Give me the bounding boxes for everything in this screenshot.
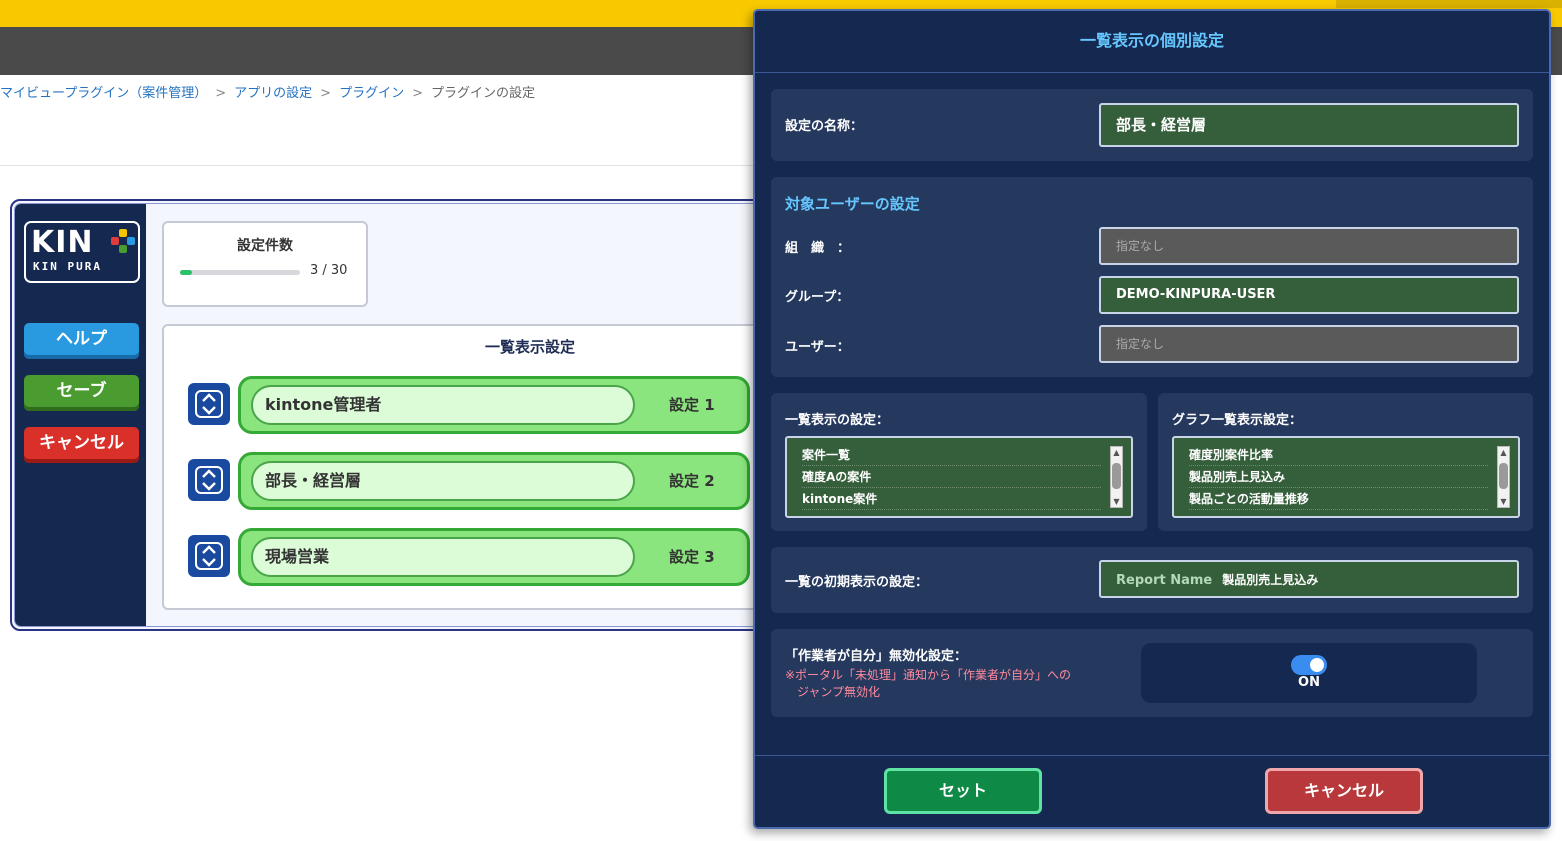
scrollbar[interactable]: ▲ ▼	[1497, 446, 1510, 508]
set-button[interactable]: セット	[884, 768, 1042, 814]
scroll-up-icon[interactable]: ▲	[1498, 447, 1509, 458]
group-field[interactable]: DEMO-KINPURA-USER	[1099, 276, 1519, 314]
settings-count-progress	[180, 270, 300, 275]
list-settings-box: 一覧表示設定 kintone管理者 設定 1 部長・経営層 設定 2 現場営業 …	[162, 324, 805, 610]
reorder-icon[interactable]	[188, 535, 230, 577]
plugin-config-panel: KIN KIN PURA ヘルプ セーブ キャンセル 設定件数 3 / 30 一…	[10, 199, 810, 631]
self-disable-toggle[interactable]	[1291, 655, 1327, 675]
list-item[interactable]: kintone案件	[802, 488, 1101, 510]
list-display-label: 一覧表示の設定：	[785, 413, 890, 428]
toggle-knob	[1310, 658, 1324, 672]
self-disable-note: ※ポータル「未処理」通知から「作業者が自分」への	[785, 668, 1072, 682]
list-item[interactable]: 確度別案件比率	[1189, 444, 1488, 466]
reorder-icon[interactable]	[188, 459, 230, 501]
self-disable-panel: 「作業者が自分」無効化設定： ※ポータル「未処理」通知から「作業者が自分」への …	[771, 629, 1533, 717]
settings-count-progress-fill	[180, 270, 192, 275]
name-panel: 設定の名称： 部長・経営層	[771, 89, 1533, 161]
save-button[interactable]: セーブ	[24, 375, 139, 411]
graph-display-label: グラフ一覧表示設定：	[1172, 413, 1303, 428]
setting-row-label: 設定 2	[669, 472, 715, 490]
top-bar-tab	[1336, 0, 1562, 8]
group-label: グループ：	[785, 290, 850, 305]
graph-display-listbox[interactable]: 確度別案件比率 製品別売上見込み 製品ごとの活動量推移 ▲ ▼	[1172, 436, 1520, 518]
list-display-panel: 一覧表示の設定： 案件一覧 確度Aの案件 kintone案件 ▲ ▼	[771, 393, 1147, 531]
settings-count-text: 3 / 30	[310, 263, 348, 278]
initial-display-label: 一覧の初期表示の設定：	[785, 575, 929, 590]
list-item[interactable]: 案件一覧	[802, 444, 1101, 466]
setting-row-name: kintone管理者	[251, 385, 635, 425]
breadcrumb-separator: >	[412, 86, 423, 101]
plugin-sidebar: KIN KIN PURA ヘルプ セーブ キャンセル	[15, 204, 146, 626]
scrollbar[interactable]: ▲ ▼	[1110, 446, 1123, 508]
kinpura-logo: KIN KIN PURA	[24, 221, 140, 283]
reorder-icon[interactable]	[188, 383, 230, 425]
toggle-state-text: ON	[1298, 675, 1320, 690]
list-item[interactable]: 確度Aの案件	[802, 466, 1101, 488]
modal-cancel-button[interactable]: キャンセル	[1265, 768, 1423, 814]
user-label: ユーザー：	[785, 340, 850, 355]
setting-row-pill[interactable]: 部長・経営層 設定 2	[238, 452, 750, 510]
list-item[interactable]: 製品別売上見込み	[1189, 466, 1488, 488]
help-button[interactable]: ヘルプ	[24, 323, 139, 359]
org-field[interactable]: 指定なし	[1099, 227, 1519, 265]
breadcrumb: マイビュープラグイン（案件管理） > アプリの設定 > プラグイン > プラグインの設定	[0, 82, 535, 101]
user-field[interactable]: 指定なし	[1099, 325, 1519, 363]
initial-display-field[interactable]: Report Name 製品別売上見込み	[1099, 560, 1519, 598]
settings-modal: 一覧表示の個別設定 設定の名称： 部長・経営層 対象ユーザーの設定 組 織 ： …	[753, 9, 1551, 829]
settings-count-title: 設定件数	[237, 238, 293, 254]
setting-row-pill[interactable]: kintone管理者 設定 1	[238, 376, 750, 434]
breadcrumb-plugins[interactable]: プラグイン	[339, 86, 404, 101]
name-field[interactable]: 部長・経営層	[1099, 103, 1519, 147]
cancel-button[interactable]: キャンセル	[24, 427, 139, 463]
target-user-panel: 対象ユーザーの設定 組 織 ： 指定なし グループ： DEMO-KINPURA-…	[771, 177, 1533, 377]
name-label: 設定の名称：	[785, 119, 864, 134]
self-disable-note: ジャンプ無効化	[797, 685, 881, 699]
toggle-container: ON	[1141, 643, 1477, 703]
setting-row-label: 設定 3	[669, 548, 715, 566]
breadcrumb-current: プラグインの設定	[430, 86, 535, 101]
report-name-key: Report Name	[1116, 573, 1213, 588]
list-settings-title: 一覧表示設定	[484, 338, 575, 356]
scroll-down-icon[interactable]: ▼	[1111, 496, 1122, 507]
list-item[interactable]: 製品ごとの活動量推移	[1189, 488, 1488, 510]
logo-mark-icon	[111, 229, 135, 253]
initial-display-panel: 一覧の初期表示の設定： Report Name 製品別売上見込み	[771, 547, 1533, 613]
setting-row-label: 設定 1	[669, 396, 715, 414]
list-display-listbox[interactable]: 案件一覧 確度Aの案件 kintone案件 ▲ ▼	[785, 436, 1133, 518]
scroll-down-icon[interactable]: ▼	[1498, 496, 1509, 507]
scroll-thumb[interactable]	[1499, 463, 1508, 489]
divider	[0, 165, 760, 166]
target-user-title: 対象ユーザーの設定	[785, 195, 920, 213]
modal-footer: セット キャンセル	[755, 755, 1549, 827]
settings-count-box: 設定件数 3 / 30	[162, 221, 368, 307]
breadcrumb-app[interactable]: マイビュープラグイン（案件管理）	[0, 86, 207, 101]
graph-display-panel: グラフ一覧表示設定： 確度別案件比率 製品別売上見込み 製品ごとの活動量推移 ▲…	[1158, 393, 1533, 531]
setting-row-name: 現場営業	[251, 537, 635, 577]
modal-title: 一覧表示の個別設定	[755, 11, 1549, 73]
breadcrumb-separator: >	[320, 86, 332, 101]
setting-row-name: 部長・経営層	[251, 461, 635, 501]
scroll-up-icon[interactable]: ▲	[1111, 447, 1122, 458]
self-disable-label: 「作業者が自分」無効化設定：	[785, 649, 968, 664]
logo-main-text: KIN	[31, 225, 94, 260]
breadcrumb-app-settings[interactable]: アプリの設定	[234, 86, 312, 101]
setting-row-pill[interactable]: 現場営業 設定 3	[238, 528, 750, 586]
org-label: 組 織 ：	[785, 241, 851, 256]
report-name-value: 製品別売上見込み	[1222, 573, 1319, 587]
scroll-thumb[interactable]	[1112, 463, 1121, 489]
breadcrumb-separator: >	[215, 86, 227, 101]
plugin-inner-frame: KIN KIN PURA ヘルプ セーブ キャンセル 設定件数 3 / 30 一…	[14, 203, 806, 627]
logo-sub-text: KIN PURA	[33, 260, 102, 273]
